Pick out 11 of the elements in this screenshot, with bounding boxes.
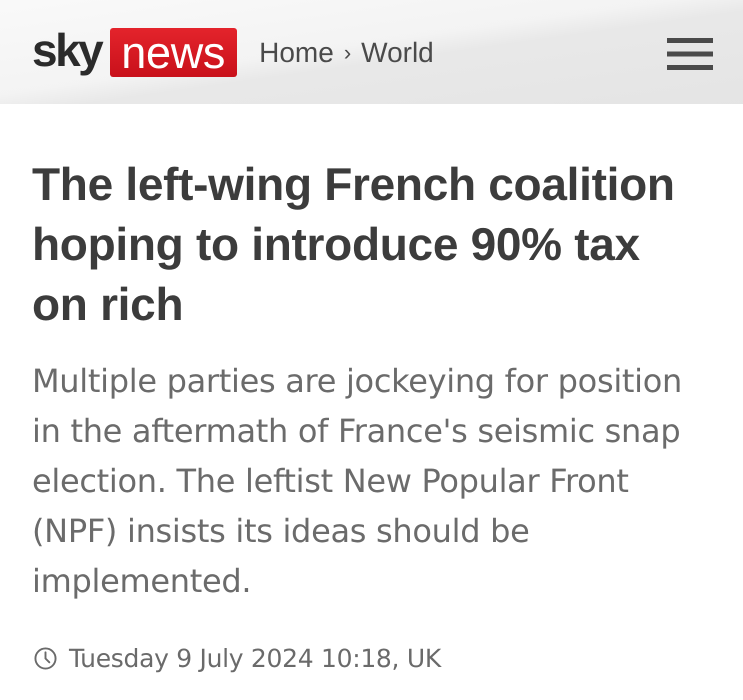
breadcrumb-link[interactable]: Home <box>259 37 334 69</box>
clock-icon <box>34 647 57 670</box>
breadcrumb-link[interactable]: World <box>361 37 434 69</box>
article-summary: Multiple parties are jockeying for position in the aftermath of France's seismic snap election. The leftist New Popular Front (NPF) insists its ideas should be implemented. <box>32 361 684 602</box>
logo-badge: news <box>110 28 238 76</box>
publish-timestamp: Tuesday 9 July 2024 10:18, UK <box>69 644 441 673</box>
breadcrumb-separator: › <box>344 40 352 66</box>
logo-wordmark: sky <box>32 27 102 73</box>
menu-icon[interactable] <box>667 38 713 70</box>
article-headline: The left-wing French coalition hoping to introduce 90% tax on rich <box>32 157 676 332</box>
news-logo[interactable]: sky news <box>32 28 238 76</box>
